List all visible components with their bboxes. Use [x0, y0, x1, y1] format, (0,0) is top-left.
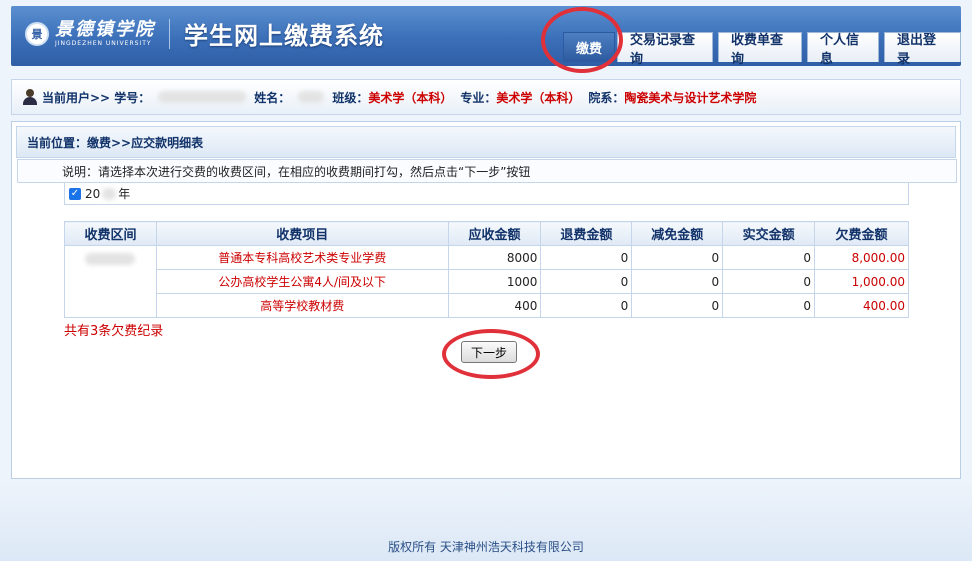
- paid-amount: 0: [722, 245, 816, 270]
- main-panel: 当前位置：缴费>>应交款明细表 说明：请选择本次进行交费的收费区间，在相应的收费…: [11, 121, 961, 479]
- student-id-redacted: [158, 91, 247, 103]
- fee-period-cell: [64, 245, 157, 318]
- user-icon: [22, 89, 38, 105]
- col-owed: 欠费金额: [814, 221, 909, 246]
- instruction-text: 说明：请选择本次进行交费的收费区间，在相应的收费期间打勾，然后点击“下一步”按钮: [17, 159, 957, 183]
- waiver-amount: 0: [631, 293, 724, 318]
- fee-period-redacted: [85, 252, 136, 265]
- term-checkbox[interactable]: ✓: [69, 187, 81, 200]
- class-label: 班级：: [332, 90, 369, 105]
- top-nav: 缴费 交易记录查询 收费单查询 个人信息 退出登录: [558, 32, 961, 67]
- table-row: 高等学校教材费 400 0 0 0 400.00: [65, 293, 909, 318]
- fee-item: 高等学校教材费: [155, 293, 449, 318]
- nav-personal-info[interactable]: 个人信息: [807, 32, 879, 67]
- department-label: 院系：: [588, 90, 625, 105]
- owed-amount: 400.00: [814, 293, 909, 318]
- system-title: 学生网上缴费系统: [184, 22, 384, 50]
- class-value: 美术学（本科）: [368, 90, 453, 105]
- footer-copyright: 版权所有 天津神州浩天科技有限公司: [388, 540, 584, 554]
- fee-item: 公办高校学生公寓4人/间及以下: [155, 269, 449, 294]
- fee-item: 普通本专科高校艺术类专业学费: [155, 245, 449, 270]
- user-info-bar: 当前用户>> 学号： 姓名： 班级： 美术学（本科） 专业： 美术学（本科） 院…: [11, 79, 961, 115]
- current-user-label: 当前用户>> 学号：: [42, 90, 151, 105]
- paid-amount: 0: [722, 269, 816, 294]
- arrears-count: 共有3条欠费纪录: [64, 324, 164, 339]
- paid-amount: 0: [722, 293, 816, 318]
- major-label: 专业：: [460, 90, 497, 105]
- waiver-amount: 0: [631, 269, 724, 294]
- department-value: 陶瓷美术与设计艺术学院: [624, 90, 757, 105]
- next-step-button[interactable]: 下一步: [461, 341, 517, 363]
- owed-amount: 1,000.00: [814, 269, 909, 294]
- term-selector: ✓ 20 年: [64, 183, 909, 205]
- nav-bill-query[interactable]: 收费单查询: [718, 32, 802, 67]
- receivable-amount: 400: [447, 293, 542, 318]
- refund-amount: 0: [540, 269, 633, 294]
- table-header-row: 收费区间 收费项目 应收金额 退费金额 减免金额 实交金额 欠费金额: [64, 221, 909, 246]
- logo: 景 景德镇学院 JINGDEZHEN UNIVERSITY 学生网上缴费系统: [25, 16, 384, 51]
- logo-chinese-name: 景德镇学院: [55, 18, 155, 40]
- waiver-amount: 0: [631, 245, 724, 270]
- col-refund: 退费金额: [540, 221, 633, 246]
- major-value: 美术学（本科）: [496, 90, 581, 105]
- refund-amount: 0: [540, 245, 633, 270]
- receivable-amount: 8000: [447, 245, 542, 270]
- name-redacted: [298, 91, 325, 103]
- breadcrumb: 当前位置：缴费>>应交款明细表: [16, 126, 956, 158]
- owed-amount: 8,000.00: [814, 245, 909, 270]
- header-banner: 景 景德镇学院 JINGDEZHEN UNIVERSITY 学生网上缴费系统 缴…: [11, 6, 961, 67]
- col-fee-item: 收费项目: [155, 221, 449, 246]
- col-paid: 实交金额: [722, 221, 816, 246]
- logo-text: 景德镇学院 JINGDEZHEN UNIVERSITY: [55, 18, 155, 48]
- logo-divider: [169, 18, 170, 49]
- nav-pay[interactable]: 缴费: [563, 32, 615, 62]
- receivable-amount: 1000: [447, 269, 542, 294]
- university-seal-icon: 景: [25, 21, 49, 46]
- col-waiver: 减免金额: [631, 221, 724, 246]
- term-year-redacted: [102, 187, 117, 200]
- nav-transaction-query[interactable]: 交易记录查询: [617, 32, 713, 67]
- col-fee-period: 收费区间: [64, 221, 157, 246]
- seal-glyph: 景: [31, 27, 43, 41]
- table-row: 普通本专科高校艺术类专业学费 8000 0 0 0 8,000.00: [64, 245, 909, 318]
- fee-table: 收费区间 收费项目 应收金额 退费金额 减免金额 实交金额 欠费金额 普通本专科…: [64, 221, 909, 318]
- nav-logout[interactable]: 退出登录: [884, 32, 961, 67]
- logo-english-name: JINGDEZHEN UNIVERSITY: [55, 39, 152, 47]
- term-year-prefix: 20: [85, 186, 101, 201]
- col-receivable: 应收金额: [447, 221, 542, 246]
- table-row: 公办高校学生公寓4人/间及以下 1000 0 0 0 1,000.00: [65, 269, 909, 294]
- term-year-suffix: 年: [118, 187, 131, 201]
- refund-amount: 0: [540, 293, 633, 318]
- name-label: 姓名：: [254, 90, 291, 105]
